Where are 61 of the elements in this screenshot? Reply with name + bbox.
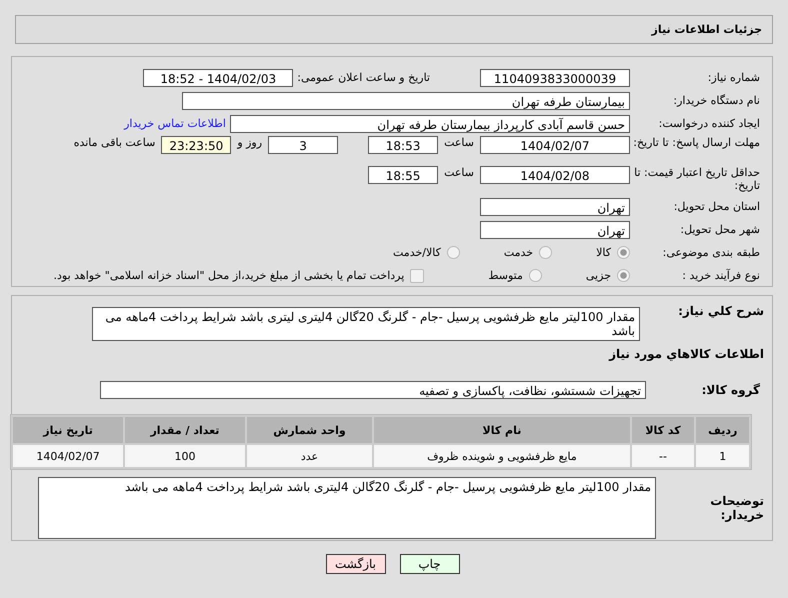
radio-label: خدمت <box>504 246 534 259</box>
time-field[interactable]: 18:53 <box>368 136 438 154</box>
radio-label: کالا <box>596 246 611 259</box>
field-label: مهلت ارسال پاسخ: تا تاریخ: <box>632 136 761 149</box>
field-label: استان محل تحویل: <box>672 200 761 213</box>
table-cell: 100 <box>125 445 245 467</box>
column-header: واحد شمارش <box>246 417 372 443</box>
table-cell: 1 <box>696 445 749 467</box>
radio-button[interactable] <box>617 269 630 282</box>
table-cell: 1404/02/07 <box>13 445 124 467</box>
input-field[interactable]: تهران <box>480 220 630 238</box>
field-label: توضیحات خریدار: <box>709 494 765 522</box>
field-label: نام دستگاه خریدار: <box>672 94 761 107</box>
field-label: ساعت <box>444 166 474 179</box>
column-header: ردیف <box>696 417 749 443</box>
section-heading: اطلاعات كالاهاي مورد نياز <box>608 347 765 361</box>
radio-button[interactable] <box>617 246 630 259</box>
radio-label: کالا/خدمت <box>393 246 441 259</box>
description-textarea[interactable]: مقدار 100لیتر مایع ظرفشویی پرسیل -جام - گلرنگ 20گالن 4لیتری لیتری باشد شرایط پرداخت 4ماهه می باشد <box>92 307 640 341</box>
date-field[interactable]: 1404/02/08 <box>480 166 630 184</box>
table-cell: عدد <box>246 445 372 467</box>
field-label: نوع فرآیند خرید : <box>681 269 761 282</box>
radio-label: متوسط <box>488 269 523 282</box>
countdown-field: 23:23:50 <box>161 136 232 154</box>
page-title: جزئیات اطلاعات نیاز <box>652 23 762 36</box>
checkbox[interactable] <box>410 268 424 282</box>
field-label: گروه کالا: <box>700 382 761 396</box>
input-field[interactable]: حسن قاسم آبادی کارپرداز بیمارستان طرفه تهران <box>230 114 630 132</box>
field-label: شهر محل تحویل: <box>679 223 761 236</box>
field-label: ساعت باقی مانده <box>74 136 156 149</box>
table-cell: -- <box>632 445 694 467</box>
radio-button[interactable] <box>446 246 460 259</box>
table-cell: مایع ظرفشویی و شوینده ظروف <box>374 445 630 467</box>
back-button[interactable]: بازگشت <box>326 554 386 574</box>
column-header: نام کالا <box>374 417 630 443</box>
column-header: تعداد / مقدار <box>125 417 245 443</box>
input-field[interactable]: بیمارستان طرفه تهران <box>182 92 630 110</box>
field-label: طبقه بندی موضوعی: <box>662 246 761 259</box>
contact-link[interactable]: اطلاعات تماس خریدار <box>124 117 226 130</box>
field-label: ایجاد کننده درخواست: <box>658 117 761 130</box>
field-label: ساعت <box>444 136 474 149</box>
radio-label: جزیی <box>586 269 611 282</box>
input-field[interactable]: 1104093833000039 <box>480 68 630 86</box>
column-header: کد کالا <box>632 417 694 443</box>
notes-textarea[interactable]: مقدار 100لیتر مایع ظرفشویی پرسیل -جام - گلرنگ 20گالن 4لیتری باشد شرایط پرداخت 4ماهه می باشد <box>38 477 656 539</box>
input-field[interactable]: تهران <box>480 198 630 216</box>
field-label: حداقل تاریخ اعتبار قیمت: تا تاریخ: <box>633 166 761 192</box>
date-field[interactable]: 1404/02/07 <box>480 136 630 154</box>
input-field[interactable]: 1404/02/03 - 18:52 <box>143 68 294 86</box>
input-field[interactable]: تجهیزات شستشو، نظافت، پاکسازی و تصفیه <box>100 380 646 398</box>
field-label: شرح کلي نياز: <box>677 304 765 318</box>
field-label: روز و <box>237 136 262 149</box>
time-field[interactable]: 18:55 <box>368 166 438 184</box>
print-button[interactable]: چاپ <box>400 554 460 574</box>
radio-button[interactable] <box>528 269 542 282</box>
days-field[interactable]: 3 <box>268 136 338 154</box>
radio-button[interactable] <box>539 246 552 259</box>
field-label: شماره نیاز: <box>706 71 761 84</box>
field-label: تاریخ و ساعت اعلان عمومی: <box>297 71 430 84</box>
column-header: تاریخ نیاز <box>13 417 124 443</box>
checkbox-label: پرداخت تمام یا بخشی از مبلغ خرید،از محل "اسناد خزانه اسلامی" خواهد بود. <box>54 269 404 282</box>
